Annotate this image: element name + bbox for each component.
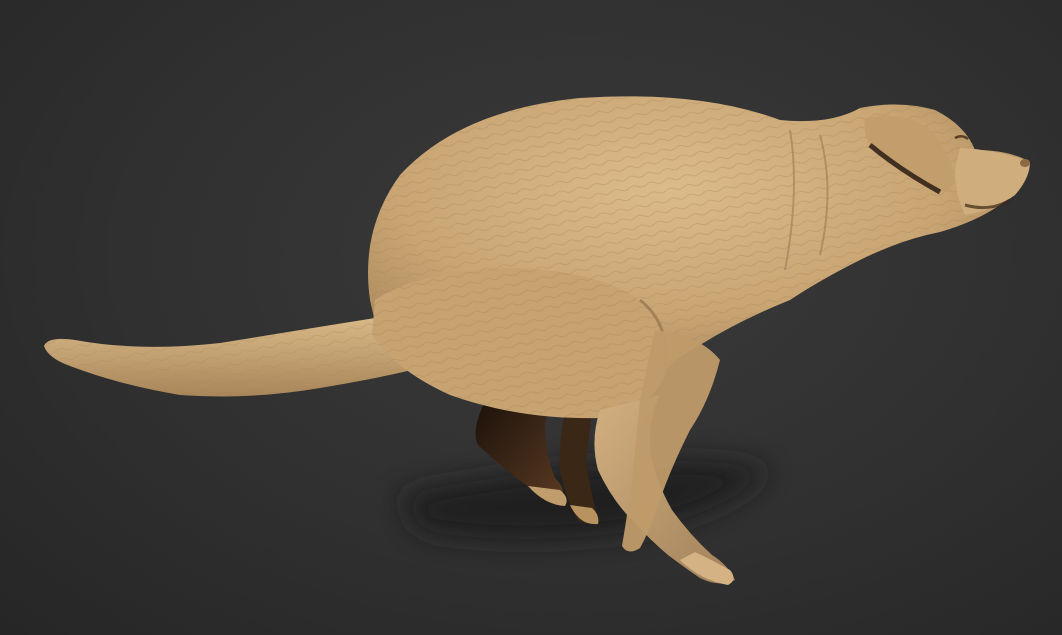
- dog-sculpture-render: [44, 96, 1030, 585]
- muzzle: [955, 148, 1030, 215]
- tail: [44, 318, 430, 397]
- viewport: [0, 0, 1062, 635]
- hind-haunch: [372, 268, 668, 419]
